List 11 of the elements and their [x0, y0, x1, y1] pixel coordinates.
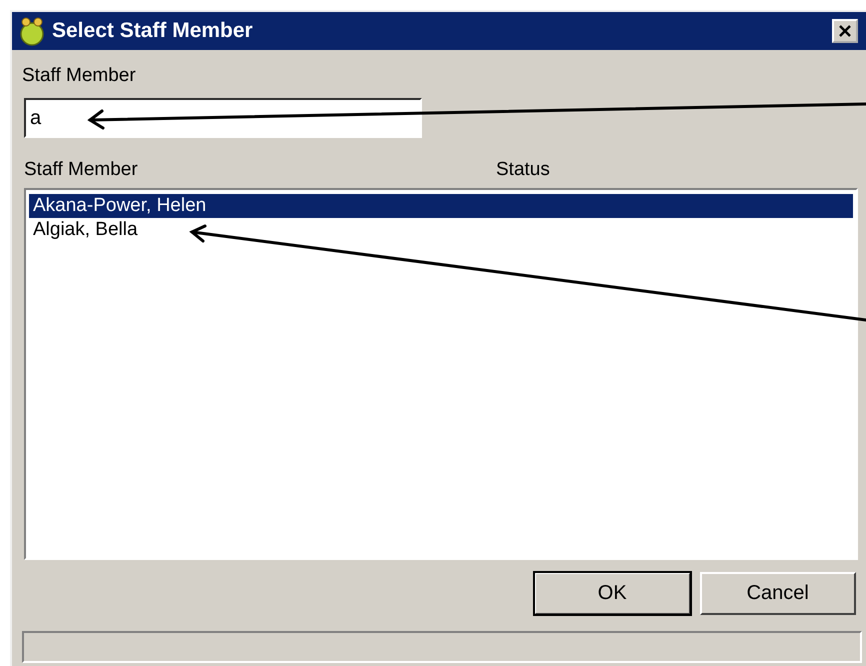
column-header: Staff Member [23, 158, 139, 182]
ok-button[interactable]: OK [534, 572, 690, 615]
staff-list-item[interactable]: Algiak, Bella [29, 218, 853, 242]
cancel-button[interactable]: Cancel [700, 572, 856, 615]
field-label: Staff Member [22, 64, 137, 88]
column-header: Status [495, 158, 551, 182]
staff-list-item[interactable]: Akana-Power, Helen [29, 194, 853, 218]
window-title: Select Staff Member [52, 19, 254, 43]
close-icon [838, 24, 852, 38]
staff-search-field[interactable]: a [24, 98, 422, 138]
close-button[interactable] [832, 19, 858, 43]
